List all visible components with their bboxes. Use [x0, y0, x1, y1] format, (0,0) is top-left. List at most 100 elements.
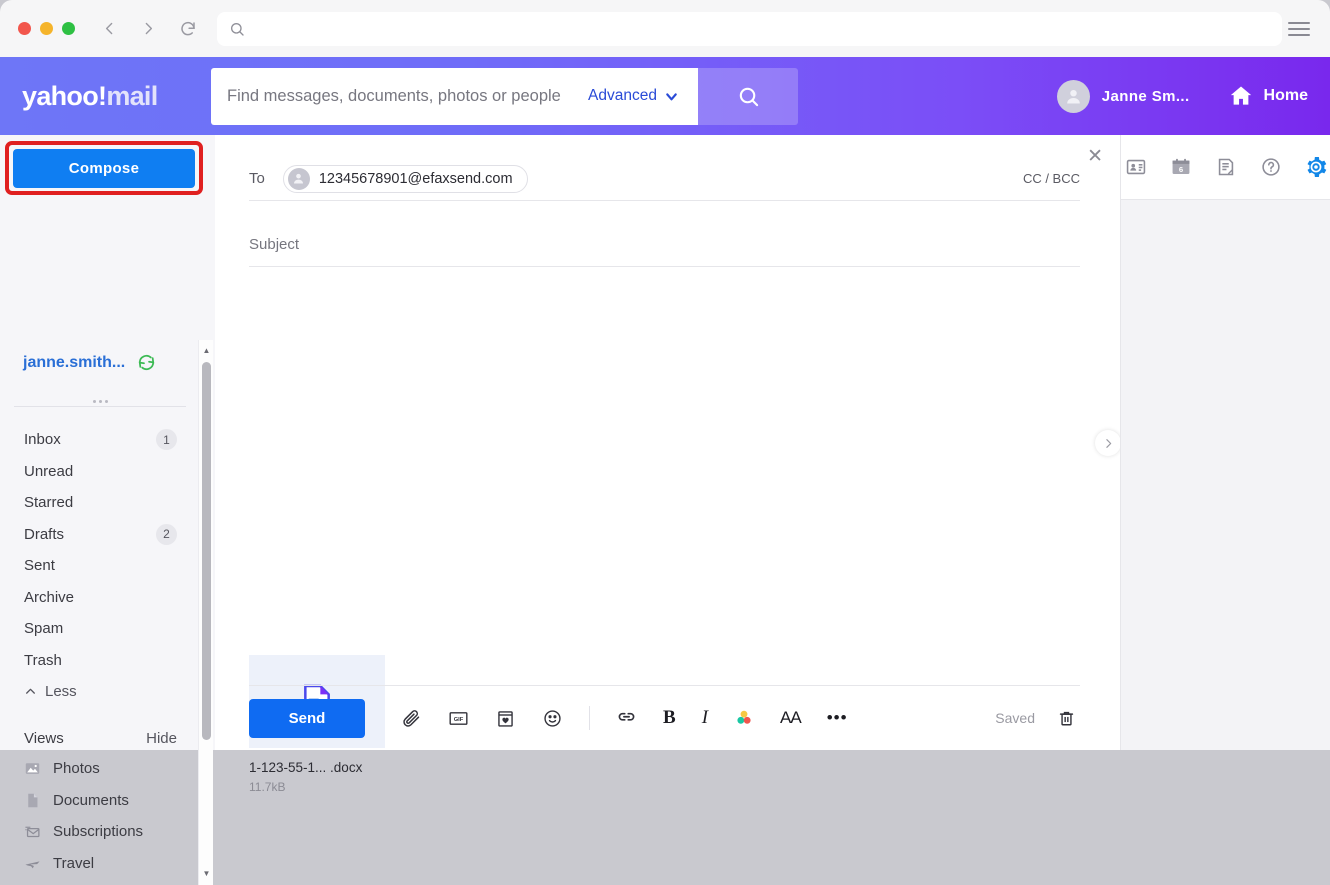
folder-badge: 1 — [156, 429, 177, 450]
sticker-icon[interactable] — [495, 708, 516, 729]
document-icon — [24, 792, 41, 809]
help-icon[interactable] — [1258, 154, 1284, 180]
view-label: Photos — [53, 760, 100, 777]
sidebar-item-travel[interactable]: Travel — [0, 848, 195, 880]
folder-label: Trash — [24, 652, 62, 669]
scrollbar-thumb[interactable] — [202, 362, 211, 740]
forward-icon[interactable] — [140, 20, 157, 37]
svg-text:GIF: GIF — [454, 716, 464, 722]
account-name-label[interactable]: Janne Sm... — [1102, 88, 1190, 105]
panel-collapse-button[interactable] — [1095, 430, 1121, 456]
home-nav-item[interactable]: Home — [1228, 83, 1308, 109]
maximize-window-button[interactable] — [62, 22, 75, 35]
views-label: Views — [24, 730, 64, 747]
sidebar-item-drafts[interactable]: Drafts 2 — [0, 519, 195, 551]
more-options-icon[interactable]: ••• — [827, 708, 848, 728]
view-label: Documents — [53, 792, 129, 809]
sidebar-item-starred[interactable]: Starred — [0, 487, 195, 519]
minimize-window-button[interactable] — [40, 22, 53, 35]
sidebar-item-subscriptions[interactable]: Subscriptions — [0, 816, 195, 848]
italic-icon[interactable]: I — [702, 707, 708, 729]
view-label: Travel — [53, 855, 94, 872]
sidebar-item-sent[interactable]: Sent — [0, 550, 195, 582]
views-section-header: Views Hide — [0, 725, 195, 751]
rail-icon-bar: 6 — [1121, 135, 1330, 200]
to-field-row[interactable]: To 12345678901@efaxsend.com CC / BCC — [249, 157, 1080, 201]
reload-icon[interactable] — [179, 20, 197, 38]
folder-list: Inbox 1 Unread Starred Drafts 2 Sent Arc… — [0, 424, 195, 707]
sidebar-item-inbox[interactable]: Inbox 1 — [0, 424, 195, 456]
sidebar-item-unread[interactable]: Unread — [0, 456, 195, 488]
sidebar-scrollbar[interactable]: ▲ ▼ — [198, 340, 213, 885]
scroll-down-arrow[interactable]: ▼ — [199, 865, 214, 881]
back-icon[interactable] — [101, 20, 118, 37]
cc-bcc-toggle[interactable]: CC / BCC — [1023, 171, 1080, 186]
sidebar-item-archive[interactable]: Archive — [0, 582, 195, 614]
paperclip-icon[interactable] — [401, 708, 422, 729]
yahoo-mail-header: yahoo!mail Find messages, documents, pho… — [0, 57, 1330, 135]
format-tool-group: B I AA ••• — [616, 707, 848, 729]
folder-label: Unread — [24, 463, 73, 480]
home-icon — [1228, 83, 1254, 109]
header-right-section: Janne Sm... Home — [1057, 80, 1308, 113]
sidebar-item-spam[interactable]: Spam — [0, 613, 195, 645]
avatar[interactable] — [1057, 80, 1090, 113]
scroll-up-arrow[interactable]: ▲ — [199, 342, 214, 358]
sidebar-divider — [14, 393, 186, 407]
browser-chrome — [0, 0, 1330, 57]
close-icon[interactable]: ✕ — [1087, 147, 1103, 166]
hamburger-menu-icon[interactable] — [1288, 22, 1310, 36]
link-icon[interactable] — [616, 708, 637, 729]
subscriptions-icon — [24, 823, 41, 840]
recipient-chip[interactable]: 12345678901@efaxsend.com — [283, 165, 528, 193]
send-button[interactable]: Send — [249, 699, 365, 738]
chevron-down-icon[interactable] — [663, 88, 698, 105]
home-label: Home — [1264, 87, 1308, 105]
font-size-icon[interactable]: AA — [780, 708, 801, 728]
contacts-icon[interactable] — [1123, 154, 1149, 180]
chevron-right-icon — [1102, 437, 1115, 450]
gif-icon[interactable]: GIF — [448, 708, 469, 729]
photos-icon — [24, 760, 41, 777]
sync-refresh-icon[interactable] — [137, 353, 156, 372]
logo-mail-text: mail — [106, 81, 157, 111]
compose-panel: ✕ To 12345678901@efaxsend.com CC / BCC S… — [215, 135, 1120, 750]
compose-button[interactable]: Compose — [13, 149, 195, 188]
views-hide-toggle[interactable]: Hide — [146, 730, 177, 747]
advanced-search-label[interactable]: Advanced — [588, 87, 663, 105]
search-icon — [229, 21, 245, 37]
color-palette-icon[interactable] — [734, 708, 754, 728]
folder-label: Spam — [24, 620, 63, 637]
folder-badge: 2 — [156, 524, 177, 545]
search-bar: Find messages, documents, photos or peop… — [211, 68, 798, 125]
search-input[interactable]: Find messages, documents, photos or peop… — [211, 87, 588, 106]
account-switcher[interactable]: janne.smith... — [23, 353, 156, 372]
search-submit-button[interactable] — [698, 68, 798, 125]
calendar-icon[interactable]: 6 — [1168, 154, 1194, 180]
url-address-bar[interactable] — [217, 12, 1282, 46]
attach-tool-group: GIF — [401, 708, 563, 729]
sidebar-item-trash[interactable]: Trash — [0, 645, 195, 677]
view-label: Subscriptions — [53, 823, 143, 840]
trash-icon[interactable] — [1057, 709, 1076, 728]
left-sidebar: Compose janne.smith... Inbox 1 Unread St… — [0, 135, 215, 750]
chevron-up-icon — [24, 685, 37, 698]
folder-label: Sent — [24, 557, 55, 574]
toolbar-separator — [589, 706, 590, 730]
search-icon — [737, 85, 760, 108]
saved-status-label: Saved — [995, 710, 1035, 726]
folder-label: Archive — [24, 589, 74, 606]
notepad-icon[interactable] — [1213, 154, 1239, 180]
folder-label: Drafts — [24, 526, 64, 543]
close-window-button[interactable] — [18, 22, 31, 35]
sidebar-item-photos[interactable]: Photos — [0, 753, 195, 785]
bold-icon[interactable]: B — [663, 707, 676, 729]
search-input-wrapper[interactable]: Find messages, documents, photos or peop… — [211, 68, 698, 125]
sidebar-item-documents[interactable]: Documents — [0, 785, 195, 817]
emoji-icon[interactable] — [542, 708, 563, 729]
sidebar-less-toggle[interactable]: Less — [0, 676, 195, 707]
less-label: Less — [45, 683, 77, 700]
subject-input[interactable]: Subject — [249, 223, 1080, 267]
yahoo-mail-logo[interactable]: yahoo!mail — [22, 81, 202, 112]
settings-gear-icon[interactable] — [1303, 154, 1329, 180]
